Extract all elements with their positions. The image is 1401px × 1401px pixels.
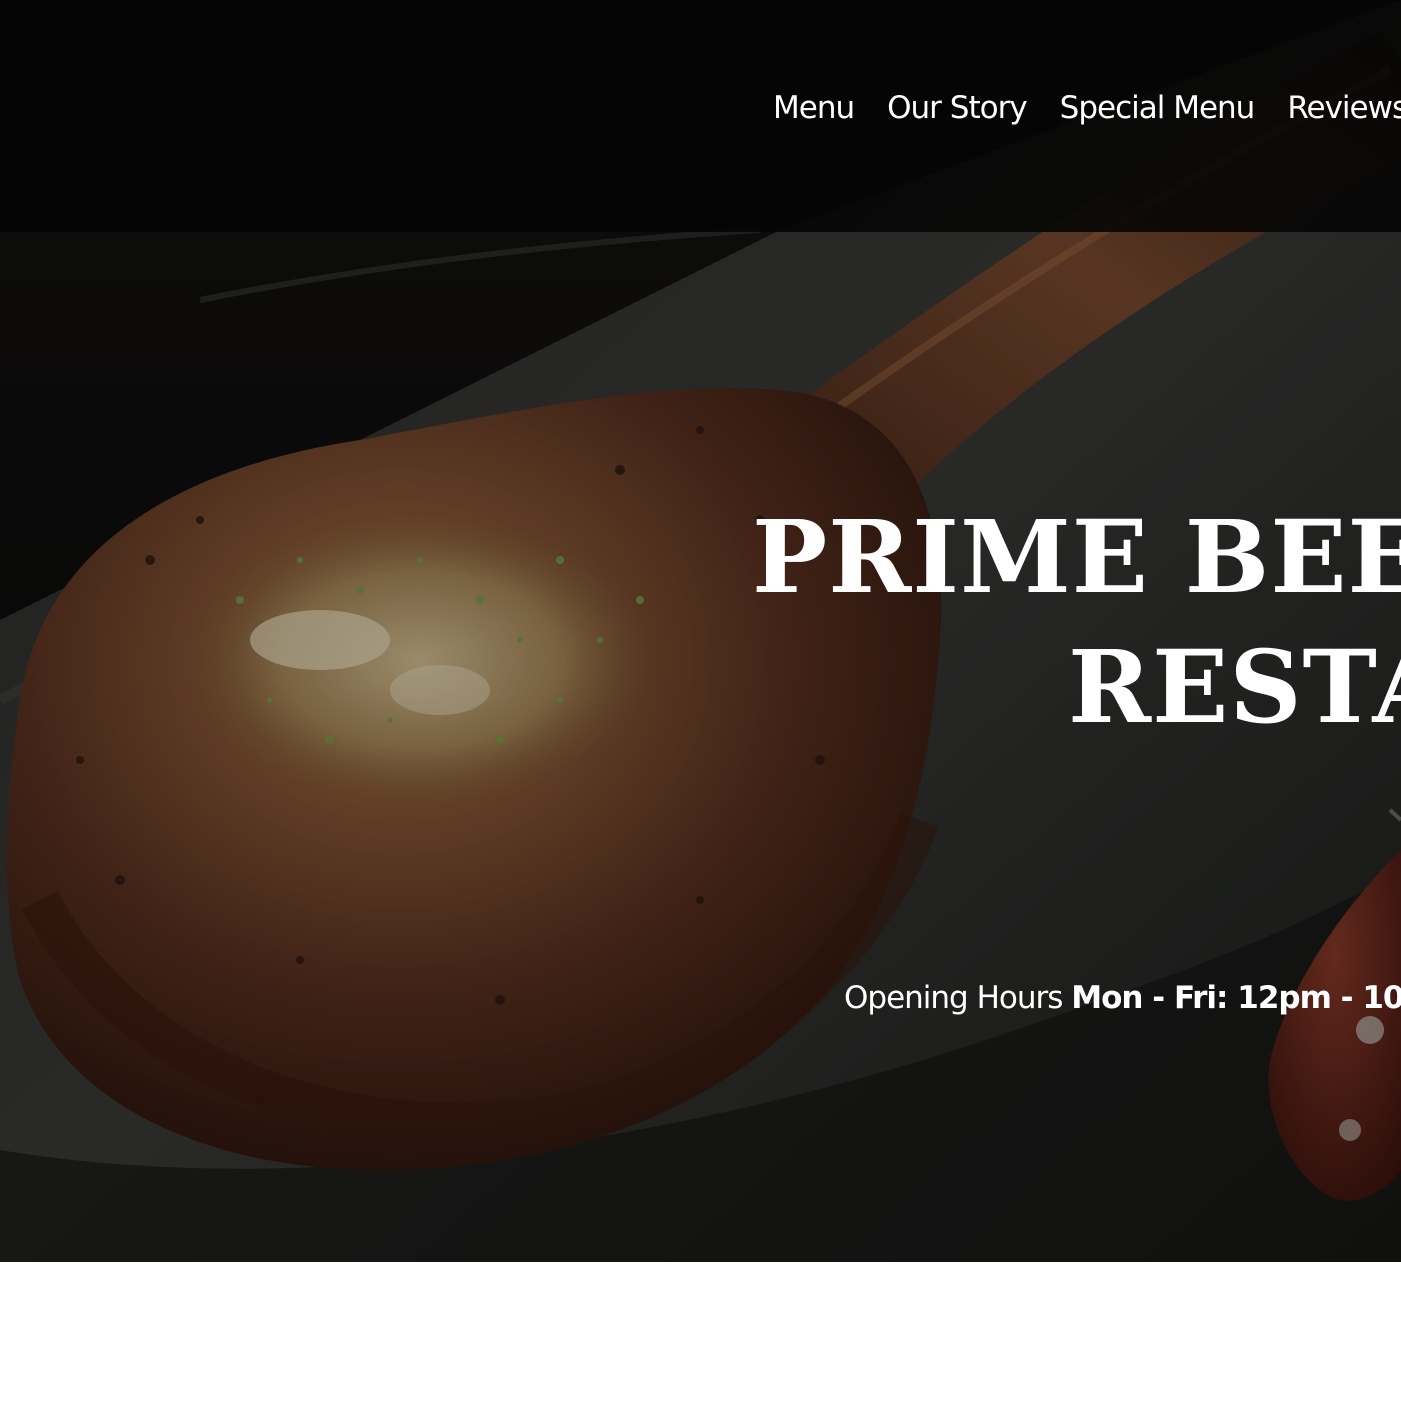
hero-section: Menu Our Story Special Menu Reviews PRIM… <box>0 0 1401 1262</box>
site-header: Menu Our Story Special Menu Reviews <box>0 0 1401 232</box>
opening-hours: Opening Hours Mon - Fri: 12pm - 10pm <box>844 980 1401 1016</box>
hero-title-line1: PRIME BEEF <box>752 498 1401 616</box>
nav-link-special-menu[interactable]: Special Menu <box>1060 90 1256 127</box>
nav-link-reviews[interactable]: Reviews <box>1287 90 1401 127</box>
hero-title-line2: RESTAURANT <box>1068 628 1401 746</box>
opening-hours-value: Mon - Fri: 12pm - 10pm <box>1071 980 1401 1016</box>
nav-link-menu[interactable]: Menu <box>773 90 855 127</box>
opening-hours-label: Opening Hours <box>844 980 1063 1016</box>
below-hero-section <box>0 1262 1401 1401</box>
page: Menu Our Story Special Menu Reviews PRIM… <box>0 0 1401 1401</box>
nav-link-our-story[interactable]: Our Story <box>887 90 1028 127</box>
hero-title: PRIME BEEF RESTAURANT <box>752 492 1401 752</box>
main-nav: Menu Our Story Special Menu Reviews <box>773 90 1401 127</box>
